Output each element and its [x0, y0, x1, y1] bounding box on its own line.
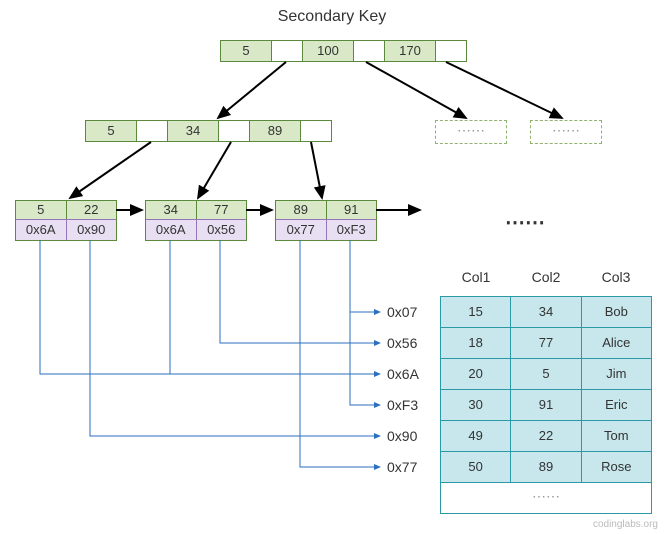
root-key-2: 170 [385, 41, 436, 61]
leaf-key: 5 [16, 201, 67, 219]
leaf-ptr: 0x6A [146, 220, 197, 240]
leaf-node-0: 5 22 0x6A 0x90 [15, 200, 117, 241]
watermark: codinglabs.org [593, 519, 658, 530]
leaf-node-1: 34 77 0x6A 0x56 [145, 200, 247, 241]
cell: 15 [441, 297, 511, 327]
internal-ptr-1 [219, 121, 250, 141]
cell: Bob [582, 297, 651, 327]
addr-label: 0x07 [387, 304, 417, 320]
addr-label: 0x56 [387, 335, 417, 351]
table-row: 20 5 Jim [441, 359, 651, 390]
cell: 89 [511, 452, 581, 482]
leaf-key: 34 [146, 201, 197, 219]
cell: 22 [511, 421, 581, 451]
ghost-node-1: ⋯⋯ [530, 120, 602, 144]
root-key-1: 100 [303, 41, 354, 61]
cell: 34 [511, 297, 581, 327]
addr-label: 0x90 [387, 428, 417, 444]
cell: Tom [582, 421, 651, 451]
table-row: 30 91 Eric [441, 390, 651, 421]
leaf-node-2: 89 91 0x77 0xF3 [275, 200, 377, 241]
table-row: 49 22 Tom [441, 421, 651, 452]
cell: 77 [511, 328, 581, 358]
leaf-key: 91 [327, 201, 377, 219]
internal-node: 5 34 89 [85, 120, 332, 142]
root-ptr-1 [354, 41, 385, 61]
internal-key-0: 5 [86, 121, 137, 141]
col-header: Col2 [511, 269, 581, 285]
leaf-ellipsis: ⋯⋯ [505, 210, 545, 235]
internal-key-1: 34 [168, 121, 219, 141]
table-row: 50 89 Rose [441, 452, 651, 483]
cell: 50 [441, 452, 511, 482]
leaf-ptr: 0x56 [197, 220, 247, 240]
leaf-ptr: 0x90 [67, 220, 117, 240]
leaf-ptr: 0xF3 [327, 220, 377, 240]
leaf-ptr: 0x6A [16, 220, 67, 240]
root-ptr-2 [436, 41, 466, 61]
col-header: Col1 [441, 269, 511, 285]
cell: 91 [511, 390, 581, 420]
leaf-key: 89 [276, 201, 327, 219]
data-table: Col1 Col2 Col3 15 34 Bob 18 77 Alice 20 … [440, 296, 652, 514]
root-key-0: 5 [221, 41, 272, 61]
diagram-title: Secondary Key [0, 8, 664, 26]
table-header: Col1 Col2 Col3 [441, 269, 651, 285]
internal-key-2: 89 [250, 121, 301, 141]
internal-ptr-0 [137, 121, 168, 141]
addr-label: 0x6A [387, 366, 419, 382]
cell: Alice [582, 328, 651, 358]
internal-ptr-2 [301, 121, 331, 141]
ghost-node-0: ⋯⋯ [435, 120, 507, 144]
leaf-key: 77 [197, 201, 247, 219]
cell: 20 [441, 359, 511, 389]
cell: Rose [582, 452, 651, 482]
table-ellipsis: ⋯⋯ [441, 483, 651, 513]
table-row: 15 34 Bob [441, 297, 651, 328]
cell: 5 [511, 359, 581, 389]
cell: Eric [582, 390, 651, 420]
leaf-key: 22 [67, 201, 117, 219]
col-header: Col3 [581, 269, 651, 285]
root-ptr-0 [272, 41, 303, 61]
leaf-ptr: 0x77 [276, 220, 327, 240]
cell: 49 [441, 421, 511, 451]
table-row: 18 77 Alice [441, 328, 651, 359]
cell: 30 [441, 390, 511, 420]
cell: 18 [441, 328, 511, 358]
cell: Jim [582, 359, 651, 389]
addr-label: 0x77 [387, 459, 417, 475]
root-node: 5 100 170 [220, 40, 467, 62]
addr-label: 0xF3 [387, 397, 418, 413]
